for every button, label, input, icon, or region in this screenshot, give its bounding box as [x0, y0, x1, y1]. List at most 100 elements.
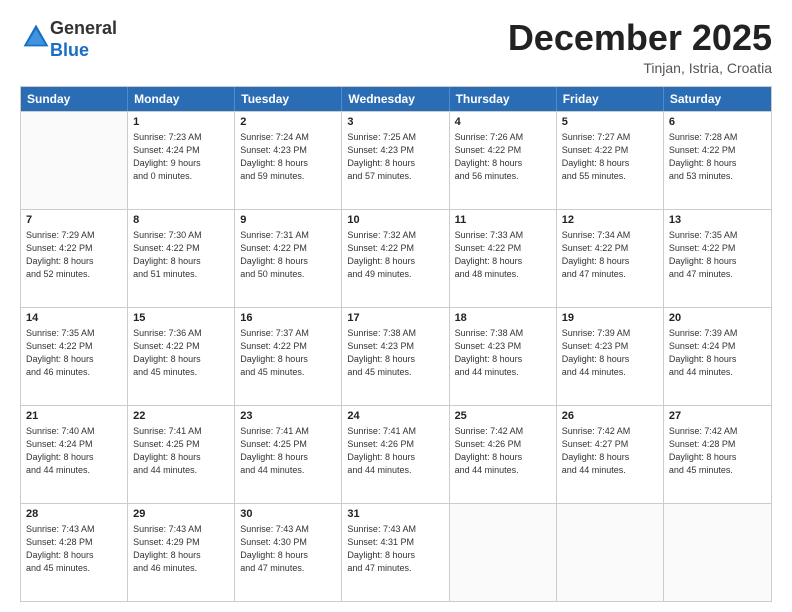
day-cell-13: 13Sunrise: 7:35 AMSunset: 4:22 PMDayligh…	[664, 210, 771, 307]
cell-text: Sunrise: 7:43 AMSunset: 4:30 PMDaylight:…	[240, 523, 336, 575]
day-number: 19	[562, 311, 658, 326]
cell-text: Sunrise: 7:41 AMSunset: 4:25 PMDaylight:…	[133, 425, 229, 477]
day-cell-12: 12Sunrise: 7:34 AMSunset: 4:22 PMDayligh…	[557, 210, 664, 307]
cell-text: Sunrise: 7:24 AMSunset: 4:23 PMDaylight:…	[240, 131, 336, 183]
day-number: 13	[669, 213, 766, 228]
day-number: 31	[347, 507, 443, 522]
cell-text: Sunrise: 7:42 AMSunset: 4:28 PMDaylight:…	[669, 425, 766, 477]
calendar-row-3: 14Sunrise: 7:35 AMSunset: 4:22 PMDayligh…	[21, 307, 771, 405]
cell-text: Sunrise: 7:26 AMSunset: 4:22 PMDaylight:…	[455, 131, 551, 183]
cell-text: Sunrise: 7:40 AMSunset: 4:24 PMDaylight:…	[26, 425, 122, 477]
day-cell-23: 23Sunrise: 7:41 AMSunset: 4:25 PMDayligh…	[235, 406, 342, 503]
cell-text: Sunrise: 7:34 AMSunset: 4:22 PMDaylight:…	[562, 229, 658, 281]
day-number: 28	[26, 507, 122, 522]
day-number: 7	[26, 213, 122, 228]
day-cell-28: 28Sunrise: 7:43 AMSunset: 4:28 PMDayligh…	[21, 504, 128, 601]
cell-text: Sunrise: 7:35 AMSunset: 4:22 PMDaylight:…	[26, 327, 122, 379]
cell-text: Sunrise: 7:38 AMSunset: 4:23 PMDaylight:…	[347, 327, 443, 379]
calendar: SundayMondayTuesdayWednesdayThursdayFrid…	[20, 86, 772, 602]
cell-text: Sunrise: 7:32 AMSunset: 4:22 PMDaylight:…	[347, 229, 443, 281]
day-cell-14: 14Sunrise: 7:35 AMSunset: 4:22 PMDayligh…	[21, 308, 128, 405]
day-number: 25	[455, 409, 551, 424]
day-cell-19: 19Sunrise: 7:39 AMSunset: 4:23 PMDayligh…	[557, 308, 664, 405]
day-cell-8: 8Sunrise: 7:30 AMSunset: 4:22 PMDaylight…	[128, 210, 235, 307]
day-number: 17	[347, 311, 443, 326]
day-number: 15	[133, 311, 229, 326]
empty-cell-4-4	[450, 504, 557, 601]
cell-text: Sunrise: 7:23 AMSunset: 4:24 PMDaylight:…	[133, 131, 229, 183]
day-cell-3: 3Sunrise: 7:25 AMSunset: 4:23 PMDaylight…	[342, 112, 449, 209]
day-number: 29	[133, 507, 229, 522]
location: Tinjan, Istria, Croatia	[508, 60, 772, 76]
header: General Blue December 2025 Tinjan, Istri…	[20, 18, 772, 76]
page: General Blue December 2025 Tinjan, Istri…	[0, 0, 792, 612]
day-cell-1: 1Sunrise: 7:23 AMSunset: 4:24 PMDaylight…	[128, 112, 235, 209]
day-cell-21: 21Sunrise: 7:40 AMSunset: 4:24 PMDayligh…	[21, 406, 128, 503]
day-cell-15: 15Sunrise: 7:36 AMSunset: 4:22 PMDayligh…	[128, 308, 235, 405]
cell-text: Sunrise: 7:39 AMSunset: 4:24 PMDaylight:…	[669, 327, 766, 379]
cell-text: Sunrise: 7:31 AMSunset: 4:22 PMDaylight:…	[240, 229, 336, 281]
calendar-header: SundayMondayTuesdayWednesdayThursdayFrid…	[21, 87, 771, 111]
day-number: 9	[240, 213, 336, 228]
day-cell-27: 27Sunrise: 7:42 AMSunset: 4:28 PMDayligh…	[664, 406, 771, 503]
day-number: 11	[455, 213, 551, 228]
cell-text: Sunrise: 7:27 AMSunset: 4:22 PMDaylight:…	[562, 131, 658, 183]
cell-text: Sunrise: 7:43 AMSunset: 4:28 PMDaylight:…	[26, 523, 122, 575]
day-cell-16: 16Sunrise: 7:37 AMSunset: 4:22 PMDayligh…	[235, 308, 342, 405]
day-number: 12	[562, 213, 658, 228]
day-number: 8	[133, 213, 229, 228]
day-number: 22	[133, 409, 229, 424]
cell-text: Sunrise: 7:38 AMSunset: 4:23 PMDaylight:…	[455, 327, 551, 379]
day-number: 20	[669, 311, 766, 326]
day-cell-30: 30Sunrise: 7:43 AMSunset: 4:30 PMDayligh…	[235, 504, 342, 601]
day-number: 2	[240, 115, 336, 130]
header-day-tuesday: Tuesday	[235, 87, 342, 111]
day-number: 30	[240, 507, 336, 522]
day-cell-6: 6Sunrise: 7:28 AMSunset: 4:22 PMDaylight…	[664, 112, 771, 209]
cell-text: Sunrise: 7:36 AMSunset: 4:22 PMDaylight:…	[133, 327, 229, 379]
empty-cell-0-0	[21, 112, 128, 209]
day-number: 24	[347, 409, 443, 424]
day-cell-11: 11Sunrise: 7:33 AMSunset: 4:22 PMDayligh…	[450, 210, 557, 307]
day-cell-9: 9Sunrise: 7:31 AMSunset: 4:22 PMDaylight…	[235, 210, 342, 307]
empty-cell-4-5	[557, 504, 664, 601]
day-number: 18	[455, 311, 551, 326]
cell-text: Sunrise: 7:43 AMSunset: 4:29 PMDaylight:…	[133, 523, 229, 575]
day-cell-31: 31Sunrise: 7:43 AMSunset: 4:31 PMDayligh…	[342, 504, 449, 601]
cell-text: Sunrise: 7:35 AMSunset: 4:22 PMDaylight:…	[669, 229, 766, 281]
day-cell-17: 17Sunrise: 7:38 AMSunset: 4:23 PMDayligh…	[342, 308, 449, 405]
cell-text: Sunrise: 7:33 AMSunset: 4:22 PMDaylight:…	[455, 229, 551, 281]
day-cell-22: 22Sunrise: 7:41 AMSunset: 4:25 PMDayligh…	[128, 406, 235, 503]
day-number: 27	[669, 409, 766, 424]
cell-text: Sunrise: 7:42 AMSunset: 4:27 PMDaylight:…	[562, 425, 658, 477]
calendar-row-5: 28Sunrise: 7:43 AMSunset: 4:28 PMDayligh…	[21, 503, 771, 601]
day-number: 6	[669, 115, 766, 130]
cell-text: Sunrise: 7:25 AMSunset: 4:23 PMDaylight:…	[347, 131, 443, 183]
day-cell-20: 20Sunrise: 7:39 AMSunset: 4:24 PMDayligh…	[664, 308, 771, 405]
title-block: December 2025 Tinjan, Istria, Croatia	[508, 18, 772, 76]
cell-text: Sunrise: 7:41 AMSunset: 4:25 PMDaylight:…	[240, 425, 336, 477]
logo-icon	[22, 23, 50, 51]
day-number: 1	[133, 115, 229, 130]
header-day-friday: Friday	[557, 87, 664, 111]
day-cell-26: 26Sunrise: 7:42 AMSunset: 4:27 PMDayligh…	[557, 406, 664, 503]
cell-text: Sunrise: 7:39 AMSunset: 4:23 PMDaylight:…	[562, 327, 658, 379]
day-number: 26	[562, 409, 658, 424]
day-cell-10: 10Sunrise: 7:32 AMSunset: 4:22 PMDayligh…	[342, 210, 449, 307]
day-number: 5	[562, 115, 658, 130]
day-cell-18: 18Sunrise: 7:38 AMSunset: 4:23 PMDayligh…	[450, 308, 557, 405]
day-number: 21	[26, 409, 122, 424]
calendar-row-1: 1Sunrise: 7:23 AMSunset: 4:24 PMDaylight…	[21, 111, 771, 209]
day-number: 16	[240, 311, 336, 326]
header-day-saturday: Saturday	[664, 87, 771, 111]
calendar-row-4: 21Sunrise: 7:40 AMSunset: 4:24 PMDayligh…	[21, 405, 771, 503]
cell-text: Sunrise: 7:42 AMSunset: 4:26 PMDaylight:…	[455, 425, 551, 477]
cell-text: Sunrise: 7:37 AMSunset: 4:22 PMDaylight:…	[240, 327, 336, 379]
day-number: 10	[347, 213, 443, 228]
day-cell-2: 2Sunrise: 7:24 AMSunset: 4:23 PMDaylight…	[235, 112, 342, 209]
logo-blue-text: Blue	[50, 40, 89, 60]
day-number: 4	[455, 115, 551, 130]
header-day-wednesday: Wednesday	[342, 87, 449, 111]
day-number: 3	[347, 115, 443, 130]
empty-cell-4-6	[664, 504, 771, 601]
